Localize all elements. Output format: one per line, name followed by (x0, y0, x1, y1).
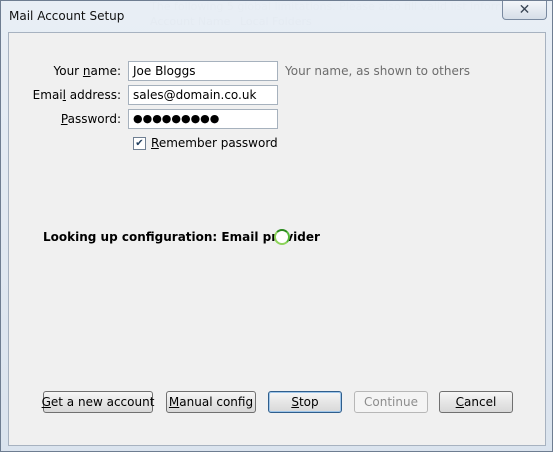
continue-button[interactable]: Continue (354, 391, 428, 413)
close-button[interactable]: ✕ (502, 1, 547, 20)
name-hint: Your name, as shown to others (285, 64, 471, 78)
manual-config-button[interactable]: Manual config (166, 391, 256, 413)
loading-spinner-icon (274, 229, 290, 245)
name-input[interactable]: Joe Bloggs (128, 61, 278, 81)
email-row: Email address: sales@domain.co.uk (9, 85, 539, 105)
title-bar[interactable]: Mail Account Setup ✕ (1, 1, 552, 31)
get-new-account-button[interactable]: Get a new account (42, 391, 154, 413)
remember-password-label[interactable]: Remember password (151, 136, 278, 150)
email-label: Email address: (32, 88, 121, 102)
password-label: Password: (60, 112, 121, 126)
password-row: Password: ●●●●●●●●● (9, 109, 539, 129)
stop-button[interactable]: Stop (268, 391, 342, 413)
window-title: Mail Account Setup (9, 9, 125, 23)
dialog-content: Your name: Joe Bloggs Your name, as show… (8, 32, 546, 446)
cancel-button[interactable]: Cancel (439, 391, 513, 413)
remember-password-checkbox[interactable]: ✔ (133, 137, 146, 150)
email-input[interactable]: sales@domain.co.uk (128, 85, 278, 105)
checkmark-icon: ✔ (135, 137, 144, 149)
name-label: Your name: (53, 64, 121, 78)
name-row: Your name: Joe Bloggs Your name, as show… (9, 61, 539, 81)
close-icon: ✕ (518, 2, 531, 18)
password-input[interactable]: ●●●●●●●●● (128, 109, 278, 129)
mail-account-setup-dialog: Mail Account Setup ✕ Your name: Joe Blog… (0, 0, 553, 452)
